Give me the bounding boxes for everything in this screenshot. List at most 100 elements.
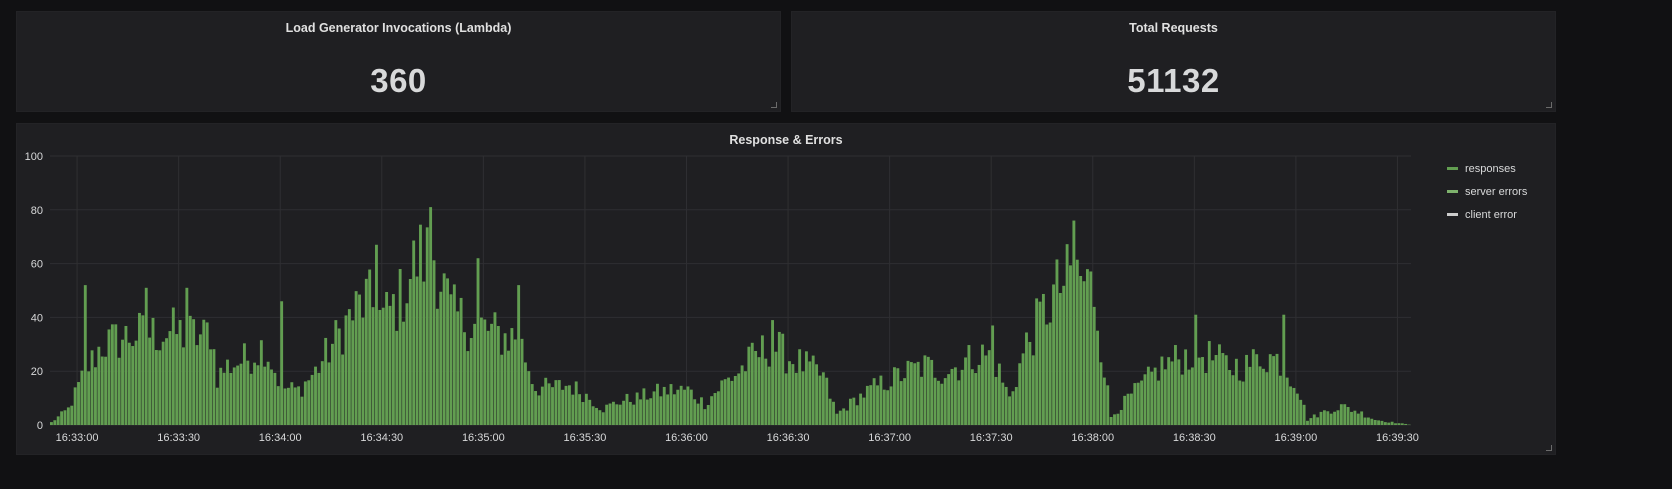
legend-swatch-responses xyxy=(1447,167,1458,170)
response-bar xyxy=(571,394,575,425)
legend-label-responses: responses xyxy=(1465,162,1516,175)
response-bar xyxy=(723,379,727,425)
response-bar xyxy=(1387,422,1391,425)
legend-item-client-error[interactable]: client error xyxy=(1445,203,1527,226)
response-bar xyxy=(974,373,978,425)
response-bar xyxy=(693,399,697,425)
resize-handle-icon[interactable] xyxy=(771,102,777,108)
response-bar xyxy=(1377,420,1381,425)
response-bar xyxy=(229,372,233,425)
response-bar xyxy=(378,309,382,425)
response-bar xyxy=(87,371,91,425)
response-bar xyxy=(544,377,548,425)
response-bar xyxy=(639,399,642,425)
response-bar xyxy=(727,377,730,425)
x-tick-label: 16:34:00 xyxy=(259,432,302,444)
response-bar xyxy=(1052,284,1056,425)
response-bar xyxy=(872,378,876,425)
response-bar xyxy=(842,408,846,425)
response-bar xyxy=(804,351,808,425)
response-bar xyxy=(209,349,212,425)
response-bar xyxy=(1278,375,1282,425)
response-bar xyxy=(859,393,863,425)
response-bar xyxy=(1160,356,1164,425)
response-errors-graph-panel[interactable]: Response & Errors 0 20 40 60 80 100 16:33:00 1… xyxy=(16,123,1556,455)
response-bar xyxy=(710,396,714,425)
response-bar xyxy=(801,371,805,425)
response-bar xyxy=(154,350,158,425)
response-bar xyxy=(662,386,666,425)
response-bar xyxy=(1350,411,1353,425)
response-bar xyxy=(1289,386,1292,425)
response-bar xyxy=(138,312,141,425)
response-bar xyxy=(920,376,923,425)
response-bar xyxy=(192,319,196,425)
response-bar xyxy=(1380,420,1384,425)
response-bar xyxy=(862,397,866,425)
y-tick-label: 60 xyxy=(31,259,43,271)
response-bar xyxy=(1113,414,1116,425)
response-bar xyxy=(198,334,202,425)
chart-bars xyxy=(50,207,1411,425)
response-bar xyxy=(361,317,365,425)
response-bar xyxy=(1204,372,1208,425)
response-bar xyxy=(737,373,741,425)
response-bar xyxy=(1329,413,1333,425)
response-bar xyxy=(740,365,744,425)
response-bar xyxy=(977,364,981,425)
response-bar xyxy=(906,360,910,425)
resize-handle-icon[interactable] xyxy=(1546,102,1552,108)
total-requests-stat-panel[interactable]: Total Requests 51132 xyxy=(791,11,1556,112)
response-bar xyxy=(83,285,87,425)
response-bar xyxy=(733,376,737,425)
response-bar xyxy=(1255,354,1259,425)
response-bar xyxy=(1028,341,1032,425)
response-bar xyxy=(364,278,368,425)
response-errors-chart[interactable]: 020406080100 16:33:00 16:33:30 16:34:00 16:… xyxy=(17,124,1557,456)
response-bar xyxy=(1201,357,1204,425)
response-bar xyxy=(293,387,297,425)
legend-item-server-errors[interactable]: server errors xyxy=(1445,180,1527,203)
invocations-stat-panel[interactable]: Load Generator Invocations (Lambda) 360 xyxy=(16,11,781,112)
response-bar xyxy=(290,382,294,425)
response-bar xyxy=(415,276,419,425)
response-bar xyxy=(185,287,189,425)
legend-item-responses[interactable]: responses xyxy=(1445,157,1527,180)
resize-handle-icon[interactable] xyxy=(1546,445,1552,451)
response-bar xyxy=(886,390,890,425)
x-tick-label: 16:36:00 xyxy=(665,432,708,444)
response-bar xyxy=(781,333,785,425)
response-bar xyxy=(950,368,954,425)
response-bar xyxy=(578,394,582,425)
invocations-panel-title[interactable]: Load Generator Invocations (Lambda) xyxy=(17,21,780,35)
response-bar xyxy=(337,328,341,425)
response-bar xyxy=(110,324,114,425)
response-bar xyxy=(967,345,971,425)
response-bar xyxy=(774,351,778,425)
response-bar xyxy=(1221,353,1225,425)
response-bar xyxy=(1326,411,1330,425)
total-requests-panel-title[interactable]: Total Requests xyxy=(792,21,1555,35)
response-bar xyxy=(1275,353,1279,425)
response-bar xyxy=(865,385,869,425)
response-bar xyxy=(821,372,825,425)
response-bar xyxy=(1157,380,1160,425)
response-bar xyxy=(1343,404,1347,425)
response-bar xyxy=(442,273,446,425)
response-bar xyxy=(622,400,626,425)
response-bar xyxy=(1099,362,1103,425)
response-bar xyxy=(388,305,392,425)
response-bar xyxy=(700,397,703,425)
response-bar xyxy=(754,350,758,425)
response-bar xyxy=(354,291,358,425)
response-bar xyxy=(127,342,131,425)
response-bar xyxy=(496,326,500,425)
response-bar xyxy=(1231,375,1235,425)
response-bar xyxy=(744,371,747,425)
response-bar xyxy=(1008,396,1011,425)
response-bar xyxy=(226,359,229,425)
response-bar xyxy=(391,294,395,425)
response-bar xyxy=(517,285,521,425)
response-bar xyxy=(107,329,111,425)
response-bar xyxy=(1072,220,1076,425)
